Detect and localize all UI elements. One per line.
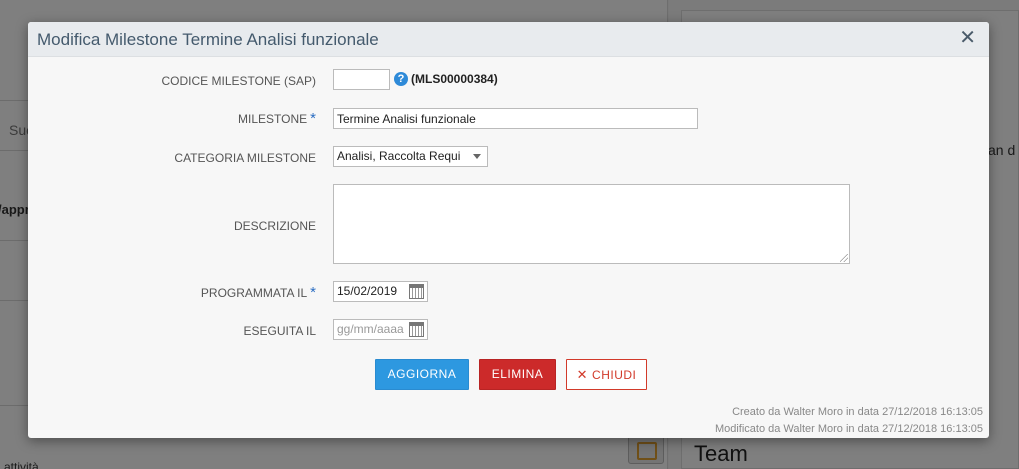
- close-icon[interactable]: ✕: [959, 28, 976, 48]
- modal-title: Modifica Milestone Termine Analisi funzi…: [37, 30, 379, 49]
- milestone-label-text: MILESTONE: [238, 112, 308, 126]
- modal-header: Modifica Milestone Termine Analisi funzi…: [28, 22, 989, 57]
- required-marker: *: [310, 284, 316, 301]
- eseguita-date-placeholder: gg/mm/aaaa: [337, 322, 404, 336]
- descrizione-label: DESCRIZIONE: [233, 219, 316, 233]
- milestone-input[interactable]: [333, 108, 698, 129]
- modified-by-note: Modificato da Walter Moro in data 27/12/…: [714, 423, 983, 435]
- codice-milestone-input[interactable]: [333, 69, 390, 90]
- edit-milestone-modal: Modifica Milestone Termine Analisi funzi…: [28, 22, 989, 438]
- eseguita-il-label: ESEGUITA IL: [243, 324, 316, 338]
- chevron-down-icon: [473, 154, 481, 159]
- milestone-code: (MLS00000384): [411, 72, 498, 86]
- close-icon: ✕: [576, 367, 589, 382]
- codice-milestone-label: CODICE MILESTONE (SAP): [161, 74, 316, 88]
- calendar-icon[interactable]: [409, 322, 424, 337]
- milestone-label: MILESTONE *: [238, 110, 316, 127]
- programmata-il-label: PROGRAMMATA IL *: [201, 284, 316, 301]
- categoria-milestone-label: CATEGORIA MILESTONE: [174, 151, 316, 165]
- calendar-icon[interactable]: [409, 284, 424, 299]
- eseguita-il-date-input[interactable]: gg/mm/aaaa: [333, 319, 428, 340]
- aggiorna-button[interactable]: AGGIORNA: [375, 359, 469, 390]
- created-by-note: Creato da Walter Moro in data 27/12/2018…: [732, 406, 983, 418]
- resize-handle-icon[interactable]: [840, 254, 848, 262]
- descrizione-textarea[interactable]: [333, 184, 850, 264]
- required-marker: *: [310, 110, 316, 127]
- programmata-label-text: PROGRAMMATA IL: [200, 286, 308, 300]
- programmata-il-date-input[interactable]: 15/02/2019: [333, 281, 428, 302]
- help-icon[interactable]: ?: [394, 72, 408, 86]
- elimina-button[interactable]: ELIMINA: [479, 359, 556, 390]
- chiudi-button-label: CHIUDI: [592, 368, 637, 382]
- categoria-milestone-select[interactable]: Analisi, Raccolta Requi: [333, 146, 488, 167]
- chiudi-button[interactable]: ✕ CHIUDI: [566, 359, 647, 390]
- categoria-selected-value: Analisi, Raccolta Requi: [337, 149, 461, 163]
- programmata-date-value: 15/02/2019: [337, 284, 398, 298]
